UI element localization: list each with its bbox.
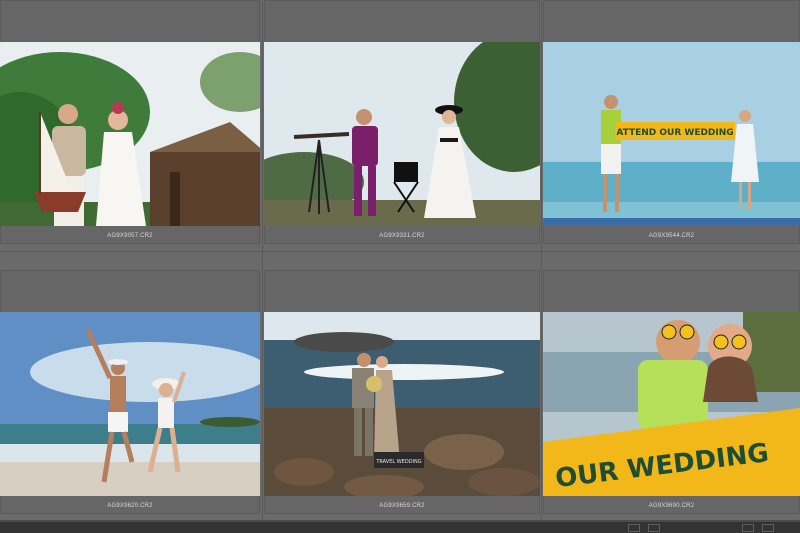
thumbnail-filename: AG9X9331.CR2 bbox=[379, 233, 425, 239]
thumbnail-filename: AG9X9659.CR2 bbox=[379, 503, 425, 509]
thumbnail-filename: AG9X9620.CR2 bbox=[107, 503, 153, 509]
photo-couple-closeup: OUR WEDDING bbox=[543, 312, 800, 496]
toolbar-button[interactable] bbox=[742, 524, 754, 532]
toolbar-button[interactable] bbox=[648, 524, 660, 532]
thumbnail-image[interactable] bbox=[0, 42, 260, 226]
filmstrip-toolbar bbox=[0, 520, 800, 533]
photo-couple-jumping bbox=[0, 312, 260, 496]
toolbar-button[interactable] bbox=[762, 524, 774, 532]
photo-couple-banner: ATTEND OUR WEDDING bbox=[543, 42, 800, 226]
grid-cell[interactable]: AG9X9620.CR2 bbox=[0, 270, 260, 514]
photo-couple-kissing: TRAVEL WEDDING bbox=[264, 312, 540, 496]
column-divider bbox=[541, 0, 542, 533]
thumbnail-filename: AG9X9057.CR2 bbox=[107, 233, 153, 239]
thumbnail-image[interactable]: ATTEND OUR WEDDING bbox=[543, 42, 800, 226]
sign-text: TRAVEL WEDDING bbox=[375, 459, 421, 465]
photo-couple-sailboat bbox=[0, 42, 260, 226]
thumbnail-image[interactable] bbox=[0, 312, 260, 496]
toolbar-border bbox=[0, 520, 800, 522]
grid-cell[interactable]: ATTEND OUR WEDDING AG9X9544.CR2 bbox=[543, 0, 800, 244]
column-divider bbox=[262, 0, 263, 533]
photo-couple-telescope bbox=[264, 42, 540, 226]
grid-cell[interactable]: AG9X9331.CR2 bbox=[264, 0, 540, 244]
thumbnail-filename: AG9X9690.CR2 bbox=[648, 503, 695, 509]
grid-cell[interactable]: AG9X9057.CR2 bbox=[0, 0, 260, 244]
thumbnail-filename: AG9X9544.CR2 bbox=[648, 233, 695, 239]
thumbnail-image[interactable] bbox=[264, 42, 540, 226]
banner-text: ATTEND OUR WEDDING bbox=[616, 128, 733, 138]
row-divider bbox=[0, 251, 800, 252]
photo-grid: AG9X9057.CR2 AG9X9331.CR2 ATTEND OUR WED… bbox=[0, 0, 800, 533]
grid-cell[interactable]: TRAVEL WEDDING AG9X9659.CR2 bbox=[264, 270, 540, 514]
grid-cell[interactable]: OUR WEDDING AG9X9690.CR2 bbox=[543, 270, 800, 514]
thumbnail-image[interactable]: OUR WEDDING bbox=[543, 312, 800, 496]
toolbar-button[interactable] bbox=[628, 524, 640, 532]
thumbnail-image[interactable]: TRAVEL WEDDING bbox=[264, 312, 540, 496]
